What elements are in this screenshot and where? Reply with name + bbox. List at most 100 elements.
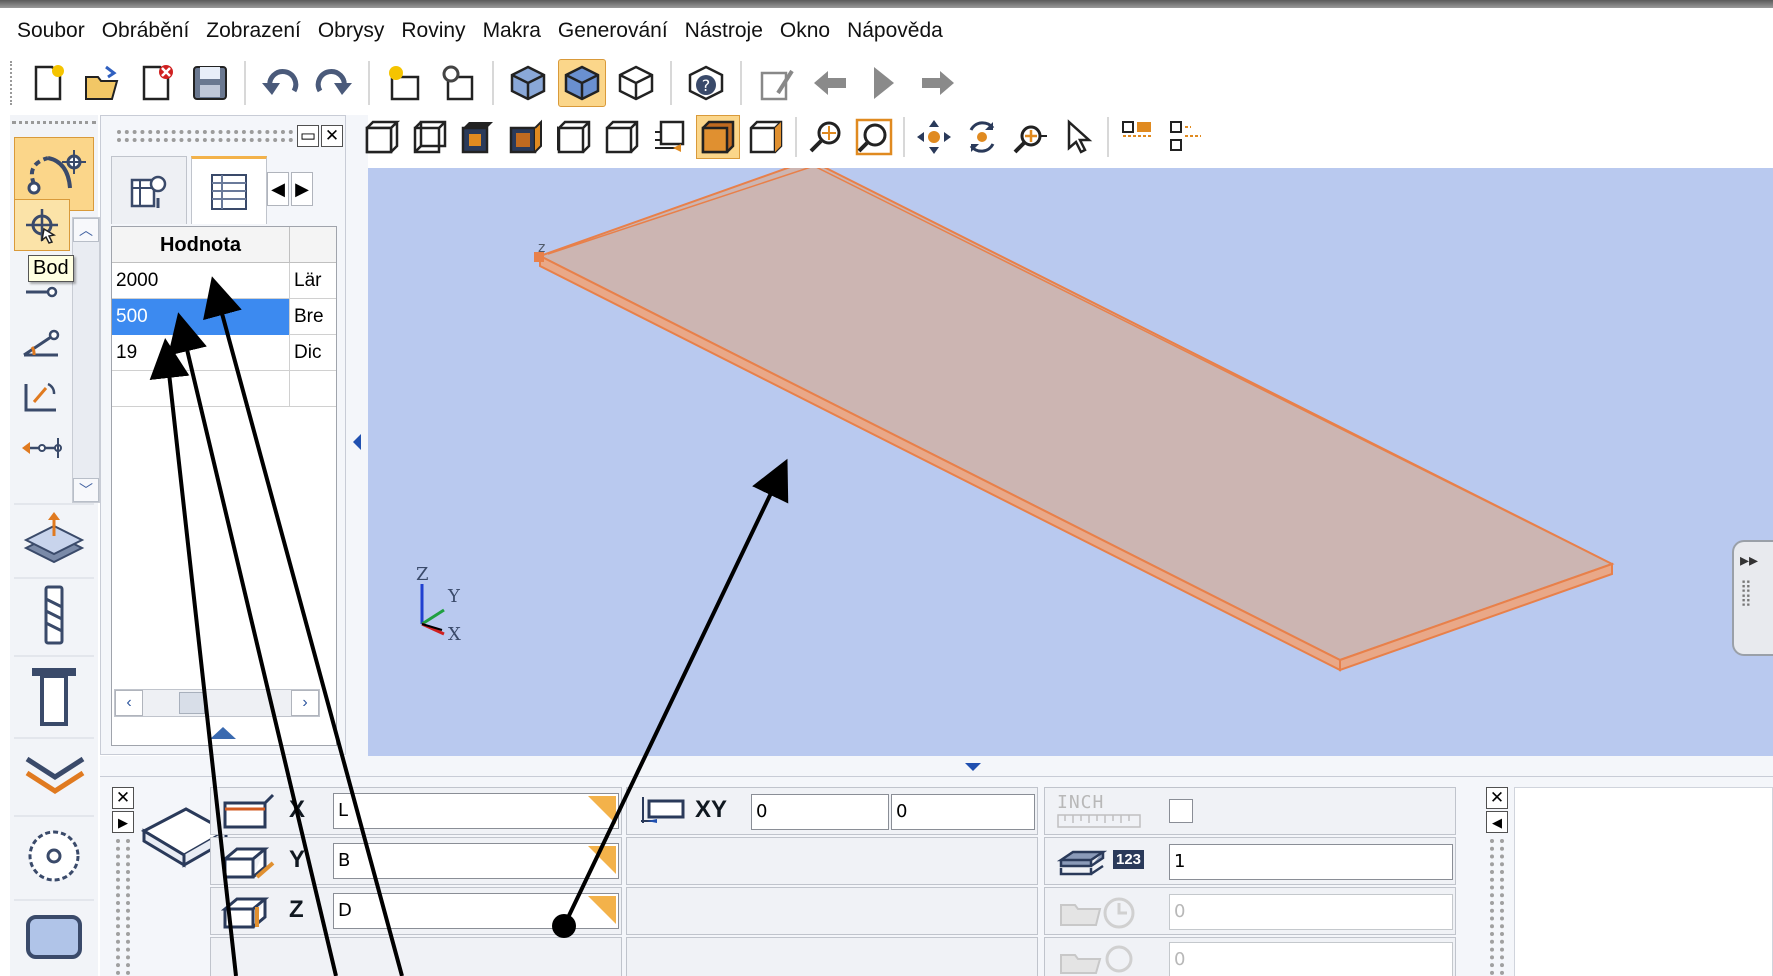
close-file-button[interactable] [132,59,180,107]
grid-cell-value[interactable]: 19 [112,335,290,371]
menu-okno[interactable]: Okno [773,15,840,47]
tab-next-button[interactable]: ▶ [291,172,313,206]
menu-obrabeni[interactable]: Obrábění [95,15,200,47]
undo-button[interactable] [256,59,304,107]
inch-checkbox[interactable] [1169,799,1193,823]
tab-prev-button[interactable]: ◀ [267,172,289,206]
plane-tool-button[interactable] [14,503,94,573]
menu-napoveda[interactable]: Nápověda [840,15,953,47]
angle-line-tool-button[interactable] [14,315,70,367]
y-dimension-input[interactable]: B [333,843,619,879]
tool-edit-button[interactable] [752,59,800,107]
cut-path-tool-button[interactable] [14,737,94,811]
zoom-fit-button[interactable] [852,115,896,159]
point-tool-button[interactable] [14,199,70,251]
back-button[interactable] [806,59,854,107]
help-button[interactable]: ? [682,59,730,107]
scroll-right-button[interactable]: › [291,690,319,716]
table-row[interactable]: 2000 Lär [112,263,336,299]
panel-grip[interactable] [117,130,293,142]
save-button[interactable] [186,59,234,107]
menu-generovani[interactable]: Generování [551,15,678,47]
x-dimension-input[interactable]: L [333,793,619,829]
scroll-thumb[interactable] [179,692,205,714]
rotate-tool-button[interactable] [14,370,70,422]
menu-zobrazeni[interactable]: Zobrazení [199,15,311,47]
panel-grip[interactable] [116,839,130,975]
panel-restore-button[interactable]: ▭ [297,125,319,147]
menu-nastroje[interactable]: Nástroje [678,15,773,47]
tool-list-scrollbar[interactable]: ︿ ﹀ [72,217,100,503]
new-file-button[interactable] [24,59,72,107]
view-iso-button[interactable] [744,115,788,159]
layout-grid-button[interactable] [1164,115,1208,159]
workpiece-settings-button[interactable] [434,59,482,107]
count-input[interactable]: 1 [1169,844,1453,880]
disabled-input-2[interactable]: 0 [1169,942,1453,976]
forward-button[interactable] [914,59,962,107]
zoom-dynamic-button[interactable] [1008,115,1052,159]
panel-close-button[interactable]: ✕ [321,125,343,147]
zoom-button[interactable] [804,115,848,159]
view-front-button[interactable] [360,115,404,159]
menu-obrysy[interactable]: Obrysy [311,15,395,47]
saw-tool-button[interactable] [14,815,94,895]
new-workpiece-button[interactable] [380,59,428,107]
drill-tool-button[interactable] [14,577,94,651]
right-panel-close-button[interactable]: ✕ [1486,787,1508,809]
grid-cell-empty[interactable] [112,371,290,407]
table-row[interactable]: 19 Dic [112,335,336,371]
tab-tools[interactable] [111,156,187,224]
view-bottom-button[interactable] [504,115,548,159]
3d-viewport[interactable]: z Z Y X [368,168,1773,756]
redo-button[interactable] [310,59,358,107]
right-panel-handle[interactable]: ▸▸ ⠿ ⠿ [1732,540,1773,656]
tab-values[interactable] [191,156,267,224]
bottom-splitter[interactable] [100,756,1773,776]
table-row[interactable] [112,371,336,407]
view-left-button[interactable] [552,115,596,159]
bottom-panel-expand-button[interactable]: ▶ [112,811,134,833]
dimension-tool-button[interactable] [14,420,70,472]
table-row[interactable]: 500 Bre [112,299,336,335]
router-tool-button[interactable] [14,655,94,733]
rotate-view-button[interactable] [960,115,1004,159]
toolbar-grip[interactable] [12,121,96,127]
select-button[interactable] [1056,115,1100,159]
grid-cell-value[interactable]: 500 [112,299,290,335]
view-top-button[interactable] [456,115,500,159]
z-dimension-input[interactable]: D [333,893,619,929]
pocket-tool-button[interactable] [14,899,94,973]
collapse-up-icon[interactable] [208,725,238,741]
bottom-panel-close-button[interactable]: ✕ [112,787,134,809]
view-section-button[interactable] [648,115,692,159]
panel-grip[interactable] [1490,839,1504,975]
view-right-button[interactable] [600,115,644,159]
layout-split-button[interactable] [1116,115,1160,159]
disabled-input-1[interactable]: 0 [1169,894,1453,930]
scroll-left-button[interactable]: ‹ [115,690,143,716]
scroll-down-button[interactable]: ﹀ [73,478,99,502]
view-back-button[interactable] [408,115,452,159]
view-iso-solid-button[interactable] [696,115,740,159]
open-file-button[interactable] [78,59,126,107]
pan-button[interactable] [912,115,956,159]
origin-x-input[interactable]: 0 [751,794,889,830]
scroll-up-button[interactable]: ︿ [73,218,99,242]
grid-horizontal-scrollbar[interactable]: ‹ › [114,689,320,717]
menu-makra[interactable]: Makra [476,15,551,47]
column-header-hodnota[interactable]: Hodnota [112,227,290,263]
inch-label: INCH [1057,792,1105,813]
panel-splitter[interactable] [346,115,368,756]
menu-roviny[interactable]: Roviny [394,15,475,47]
toolbar-grip[interactable] [10,61,14,105]
origin-y-input[interactable]: 0 [891,794,1035,830]
shaded-view-button[interactable] [558,59,606,107]
solid-view-button[interactable] [504,59,552,107]
wireframe-view-button[interactable] [612,59,660,107]
menu-soubor[interactable]: Soubor [10,15,95,47]
right-panel-collapse-button[interactable]: ◀ [1486,811,1508,833]
play-button[interactable] [860,59,908,107]
workpiece-panel[interactable]: z [368,168,1773,756]
grid-cell-value[interactable]: 2000 [112,263,290,299]
